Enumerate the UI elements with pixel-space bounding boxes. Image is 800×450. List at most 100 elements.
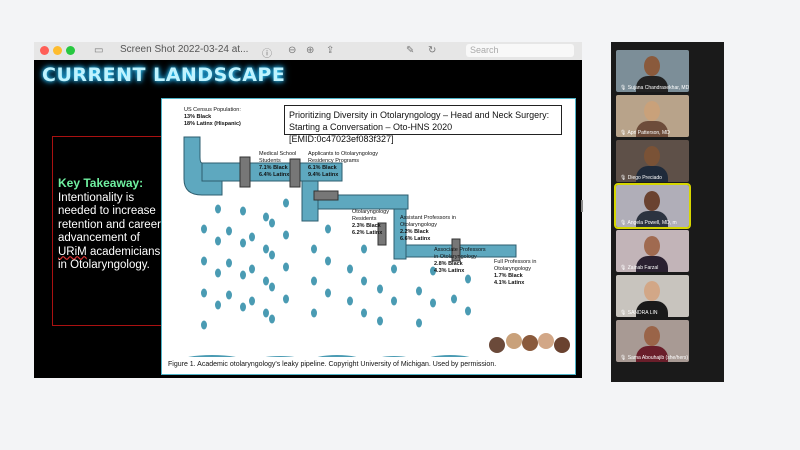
leak-drop	[347, 296, 353, 306]
info-icon[interactable]: ⓘ	[262, 45, 272, 60]
leaky-pipeline-figure: Prioritizing Diversity in Otolaryngology…	[161, 98, 576, 375]
leak-drop	[201, 224, 207, 234]
leak-drop	[269, 250, 275, 260]
urim-term: URiM	[58, 245, 87, 258]
stage-label-full-professor: Full Professors in Otolaryngology 1.7% Bl…	[494, 259, 537, 286]
leak-drop	[269, 282, 275, 292]
leak-drop	[226, 290, 232, 300]
leak-drop	[361, 276, 367, 286]
participant-face	[644, 281, 660, 301]
search-input[interactable]: Search	[466, 44, 574, 57]
participant-face	[644, 326, 660, 346]
participant-tile[interactable]: 🎙 Sama Abouhajib (she/hers)	[616, 320, 689, 362]
leak-drop	[249, 232, 255, 242]
participant-name: 🎙 Angela Powell, MD, m	[620, 220, 677, 226]
participant-face	[644, 146, 660, 166]
share-icon[interactable]: ⇪	[326, 45, 334, 56]
document-title: Screen Shot 2022-03-24 at...	[120, 44, 249, 55]
leak-drop	[269, 314, 275, 324]
leak-drop	[226, 258, 232, 268]
leak-drop	[283, 230, 289, 240]
leak-drop	[451, 294, 457, 304]
mic-muted-icon: 🎙	[620, 265, 627, 271]
leak-drop	[201, 288, 207, 298]
leak-drop	[283, 198, 289, 208]
stage-label-applicants: Applicants to Otolaryngology Residency P…	[308, 151, 379, 178]
shared-screen: ▭ Screen Shot 2022-03-24 at... ⓘ ⊖ ⊕ ⇪ ✎…	[34, 42, 582, 378]
participant-face	[644, 101, 660, 121]
participant-panel: 🎙 Sujana Chandrasekhar, MD 🎙 Apri Patters…	[611, 42, 724, 382]
leak-drop	[377, 284, 383, 294]
zoom-in-icon[interactable]: ⊕	[306, 45, 314, 56]
mic-muted-icon: 🎙	[620, 220, 627, 226]
participant-name: 🎙 SANDRA LIN	[620, 310, 658, 316]
leak-drop	[465, 274, 471, 284]
leak-drop	[311, 276, 317, 286]
leak-drop	[215, 236, 221, 246]
participant-name: 🎙 Apri Patterson, MD	[620, 130, 670, 136]
leak-drop	[269, 218, 275, 228]
figure-caption: Figure 1. Academic otolaryngology's leak…	[168, 361, 497, 368]
leak-drop	[391, 264, 397, 274]
leak-drop	[325, 288, 331, 298]
participant-tile[interactable]: 🎙 Angela Powell, MD, m	[614, 183, 691, 229]
participant-tile[interactable]: 🎙 Zainab Farzal	[616, 230, 689, 272]
reference-citation: Prioritizing Diversity in Otolaryngology…	[284, 105, 562, 144]
mic-muted-icon: 🎙	[620, 175, 627, 181]
zoom-out-icon[interactable]: ⊖	[288, 45, 296, 56]
participant-face	[644, 56, 660, 76]
leak-drop	[263, 308, 269, 318]
leak-drop	[240, 238, 246, 248]
leak-drop	[391, 296, 397, 306]
participant-tile[interactable]: 🎙 SANDRA LIN	[616, 275, 689, 317]
markup-icon[interactable]: ✎	[406, 45, 414, 56]
mic-muted-icon: 🎙	[620, 130, 627, 136]
stage-label-medical-school: Medical School Students 7.1% Black 6.4% La…	[259, 151, 297, 178]
participant-tile[interactable]: 🎙 Diego Preciado	[616, 140, 689, 182]
leak-drop	[361, 244, 367, 254]
close-window-button[interactable]	[40, 46, 49, 55]
leak-drop	[377, 316, 383, 326]
leak-drop	[325, 224, 331, 234]
participant-name: 🎙 Zainab Farzal	[620, 265, 659, 271]
leak-drop	[240, 206, 246, 216]
leak-drop	[430, 298, 436, 308]
leak-drop	[201, 320, 207, 330]
leak-drop	[416, 286, 422, 296]
leak-drop	[215, 300, 221, 310]
leak-drop	[311, 244, 317, 254]
leak-drop	[347, 264, 353, 274]
participant-name: 🎙 Sama Abouhajib (she/hers)	[620, 355, 689, 361]
leak-drop	[249, 296, 255, 306]
takeaway-heading: Key Takeaway	[58, 176, 140, 190]
scrollbar[interactable]	[581, 200, 583, 212]
participant-name: 🎙 Sujana Chandrasekhar, MD	[620, 85, 689, 91]
sidebar-icon[interactable]: ▭	[94, 45, 103, 56]
leak-drop	[416, 318, 422, 328]
participant-tile[interactable]: 🎙 Sujana Chandrasekhar, MD	[616, 50, 689, 92]
leak-drop	[215, 268, 221, 278]
leak-drop	[201, 256, 207, 266]
mic-muted-icon: 🎙	[620, 85, 627, 91]
leak-drop	[311, 308, 317, 318]
participant-tile[interactable]: 🎙 Apri Patterson, MD	[616, 95, 689, 137]
leak-drop	[226, 226, 232, 236]
leak-drop	[249, 264, 255, 274]
search-placeholder: Search	[470, 45, 499, 55]
stage-label-associate: Associate Professors in Otolaryngology 2.…	[434, 247, 486, 274]
minimize-window-button[interactable]	[53, 46, 62, 55]
participant-name: 🎙 Diego Preciado	[620, 175, 662, 181]
key-takeaway-box: Key Takeaway: Intentionality is needed t…	[52, 136, 166, 326]
leak-drop	[215, 204, 221, 214]
maximize-window-button[interactable]	[66, 46, 75, 55]
slide-title: CURRENT LANDSCAPE	[42, 64, 286, 86]
mic-muted-icon: 🎙	[620, 355, 627, 361]
stage-label-census: US Census Population: 13% Black 18% Latinx…	[184, 107, 241, 127]
participant-face	[644, 191, 660, 211]
leak-drop	[361, 308, 367, 318]
rotate-icon[interactable]: ↻	[428, 45, 436, 56]
preview-toolbar: ▭ Screen Shot 2022-03-24 at... ⓘ ⊖ ⊕ ⇪ ✎…	[34, 42, 582, 60]
leak-drop	[325, 256, 331, 266]
takeaway-body: Intentionality is needed to increase ret…	[58, 191, 161, 245]
leak-drop	[263, 212, 269, 222]
